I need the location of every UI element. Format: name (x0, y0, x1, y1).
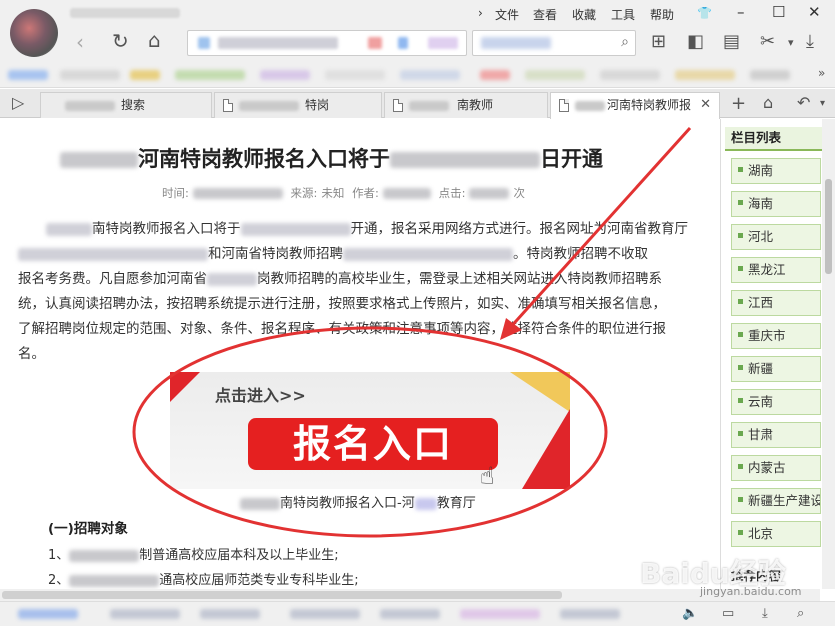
sidebar-item-hunan[interactable]: 湖南 (731, 158, 821, 184)
window-icon[interactable]: ▭ (722, 606, 734, 621)
page-content: 河南特岗教师报名入口将于 日开通 时间: 来源: 未知 作者: 点击: 次 南特岗教师… (0, 119, 720, 589)
tab-close-icon[interactable]: ✕ (700, 93, 711, 117)
baidu-watermark-url: jingyan.baidu.com (700, 585, 802, 598)
bookmark-item[interactable] (525, 70, 585, 80)
sidebar-item-beijing[interactable]: 北京 (731, 521, 821, 547)
sidebar-item-heilongjiang[interactable]: 黑龙江 (731, 257, 821, 283)
status-bar: 🔈 ▭ ⤓ ⌕ (0, 601, 835, 626)
sidebar-item-gansu[interactable]: 甘肃 (731, 422, 821, 448)
tab-search[interactable]: 搜索 (40, 92, 212, 118)
search-box[interactable]: ⌕ (472, 30, 636, 56)
sidebar-item-xinjiang-corps[interactable]: 新疆生产建设 (731, 488, 821, 514)
address-bar[interactable] (187, 30, 467, 56)
browser-title-bar: ‹ ↻ ⌂ ⌕ › 文件 查看 收藏 工具 帮助 👕 – ☐ ✕ ⊞ ◧ ▤ ✂… (0, 0, 835, 62)
bookmark-item[interactable] (325, 70, 385, 80)
section-title: (一)招聘对象 (48, 521, 128, 537)
sidebar-item-chongqing[interactable]: 重庆市 (731, 323, 821, 349)
tab-teacher-2[interactable]: 南教师 (384, 92, 548, 118)
menu-chevron-icon[interactable]: › (478, 6, 483, 20)
list-item: 1、 制普通高校应届本科及以上毕业生; (48, 548, 339, 563)
registration-banner[interactable]: 点击进入>> 报名入口 ☝ (170, 372, 570, 489)
download-manager-icon[interactable]: ⤓ (762, 606, 768, 621)
sidebar-item-hainan[interactable]: 海南 (731, 191, 821, 217)
registration-entry-button[interactable]: 报名入口 (248, 418, 498, 470)
sidebar-item-yunnan[interactable]: 云南 (731, 389, 821, 415)
sidebar-item-hebei[interactable]: 河北 (731, 224, 821, 250)
user-avatar[interactable] (10, 9, 58, 57)
menu-favorites[interactable]: 收藏 (572, 6, 596, 23)
tab-active-henan[interactable]: 河南特岗教师报 ✕ (550, 92, 720, 119)
refresh-icon[interactable]: ↻ (112, 31, 129, 51)
blurred-title-text (70, 8, 180, 18)
bookmark-item[interactable] (260, 70, 310, 80)
bookmark-item[interactable] (675, 70, 735, 80)
reader-icon[interactable]: ▤ (723, 33, 740, 51)
tab-teacher-1[interactable]: 特岗 (214, 92, 382, 118)
maximize-button[interactable]: ☐ (772, 3, 785, 21)
article-body: 南特岗教师报名入口将于 开通，报名采用网络方式进行。报名网址为河南省教育厅 和河南… (18, 221, 688, 362)
bookmarks-bar: » (0, 62, 835, 88)
bookmark-item[interactable] (600, 70, 660, 80)
bookmarks-more-icon[interactable]: » (818, 66, 825, 80)
minimize-button[interactable]: – (737, 3, 745, 21)
sidebar-item-jiangxi[interactable]: 江西 (731, 290, 821, 316)
menu-file[interactable]: 文件 (495, 6, 519, 23)
apps-grid-icon[interactable]: ⊞ (651, 33, 666, 51)
sidebar-toggle-icon[interactable]: ◧ (687, 33, 704, 51)
hand-cursor-icon: ☝ (480, 462, 495, 489)
bookmark-item[interactable] (175, 70, 245, 80)
bookmark-item[interactable] (8, 70, 48, 80)
undo-icon[interactable]: ↶ (797, 93, 810, 112)
tab-list-icon[interactable]: ▷ (12, 93, 24, 112)
magnifier-icon[interactable]: ⌕ (621, 34, 629, 50)
menu-view[interactable]: 查看 (533, 6, 557, 23)
back-icon[interactable]: ‹ (76, 32, 84, 52)
article-meta: 时间: 来源: 未知 作者: 点击: 次 (162, 186, 525, 200)
download-icon[interactable]: ⤓ (806, 33, 814, 51)
bookmark-item[interactable] (480, 70, 510, 80)
bookmark-item[interactable] (130, 70, 160, 80)
store-icon[interactable]: ⌂ (763, 93, 773, 112)
vertical-scrollbar[interactable] (822, 119, 835, 589)
tab-bar: ▷ 搜索 特岗 南教师 河南特岗教师报 ✕ + ⌂ ↶ ▾ (0, 89, 835, 119)
scissors-icon[interactable]: ✂ (760, 33, 775, 51)
banner-enter-text: 点击进入>> (215, 386, 306, 405)
menu-help[interactable]: 帮助 (650, 6, 674, 23)
undo-dropdown-icon[interactable]: ▾ (820, 98, 825, 109)
bookmark-item[interactable] (750, 70, 790, 80)
volume-icon[interactable]: 🔈 (682, 606, 698, 621)
home-icon[interactable]: ⌂ (148, 30, 161, 50)
new-tab-icon[interactable]: + (731, 93, 746, 114)
bookmark-item[interactable] (400, 70, 460, 80)
banner-caption: 南特岗教师报名入口-河 教育厅 (240, 492, 476, 511)
shirt-icon[interactable]: 👕 (697, 6, 712, 20)
article-title: 河南特岗教师报名入口将于 日开通 (60, 143, 660, 173)
dropdown-chevron-icon[interactable]: ▾ (788, 37, 794, 48)
sidebar-item-neimenggu[interactable]: 内蒙古 (731, 455, 821, 481)
close-window-button[interactable]: ✕ (808, 3, 821, 21)
category-sidebar: 栏目列表 湖南 海南 河北 黑龙江 江西 重庆市 新疆 云南 甘肃 内蒙古 新疆… (720, 119, 835, 589)
menu-tools[interactable]: 工具 (611, 6, 635, 23)
list-item: 2、 通高校应届师范类专业专科毕业生; (48, 573, 359, 588)
zoom-icon[interactable]: ⌕ (797, 606, 804, 621)
bookmark-item[interactable] (60, 70, 120, 80)
sidebar-item-xinjiang[interactable]: 新疆 (731, 356, 821, 382)
sidebar-heading: 栏目列表 (725, 127, 823, 151)
